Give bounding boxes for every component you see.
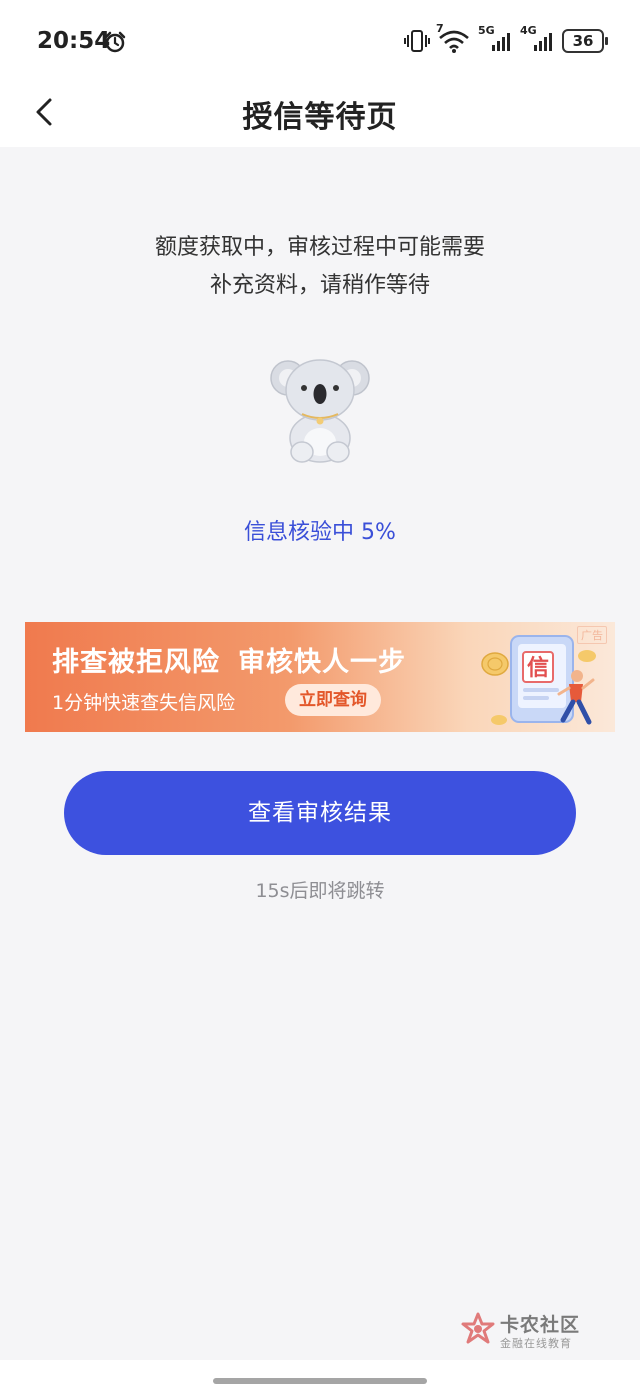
status-message-line1: 额度获取中，审核过程中可能需要 (154, 235, 485, 260)
alarm-icon (104, 31, 126, 53)
home-indicator[interactable] (213, 1378, 427, 1384)
ad-banner[interactable]: 广告 排查被拒风险 审核快人一步 1分钟快速查失信风险 立即查询 信 (25, 622, 615, 732)
wifi-icon: 7 (436, 22, 470, 54)
status-bar: 20:54 7 5G 4G 36 (0, 0, 640, 80)
status-message-line2: 补充资料，请稍作等待 (209, 273, 430, 298)
verification-progress: 信息核验中 5% (244, 520, 396, 545)
status-icons: 7 5G 4G 36 (404, 22, 608, 54)
watermark-title: 卡农社区 (500, 1314, 581, 1336)
banner-title-part1: 排查被拒风险 (52, 647, 220, 678)
wifi-badge: 7 (436, 22, 444, 35)
sim1-signal-icon: 5G (478, 24, 512, 53)
redirect-countdown: 15s后即将跳转 (255, 880, 385, 902)
navigation-bar (0, 1360, 640, 1400)
status-time: 20:54 (37, 28, 111, 54)
banner-title-part2: 审核快人一步 (238, 647, 406, 678)
banner-subtitle: 1分钟快速查失信风险 (52, 692, 236, 714)
battery-indicator: 36 (562, 29, 608, 53)
banner-title: 排查被拒风险 审核快人一步 (52, 640, 406, 679)
koala-mascot-illustration (270, 359, 370, 463)
sim2-signal-icon: 4G (520, 24, 554, 53)
vibrate-icon (404, 30, 430, 52)
watermark-subtitle: 金融在线教育 (500, 1337, 572, 1350)
credit-phone-illustration: 信 (481, 635, 596, 725)
page-title: 授信等待页 (242, 100, 398, 135)
banner-art-glyph: 信 (527, 655, 549, 681)
view-result-button[interactable]: 查看审核结果 (64, 771, 576, 855)
watermark: 卡农社区 金融在线教育 (460, 1310, 590, 1352)
page-header: 授信等待页 (0, 80, 640, 147)
community-logo-icon (461, 1312, 495, 1344)
banner-query-button[interactable]: 立即查询 (285, 684, 381, 716)
sim1-label: 5G (478, 24, 495, 37)
sim2-label: 4G (520, 24, 537, 37)
